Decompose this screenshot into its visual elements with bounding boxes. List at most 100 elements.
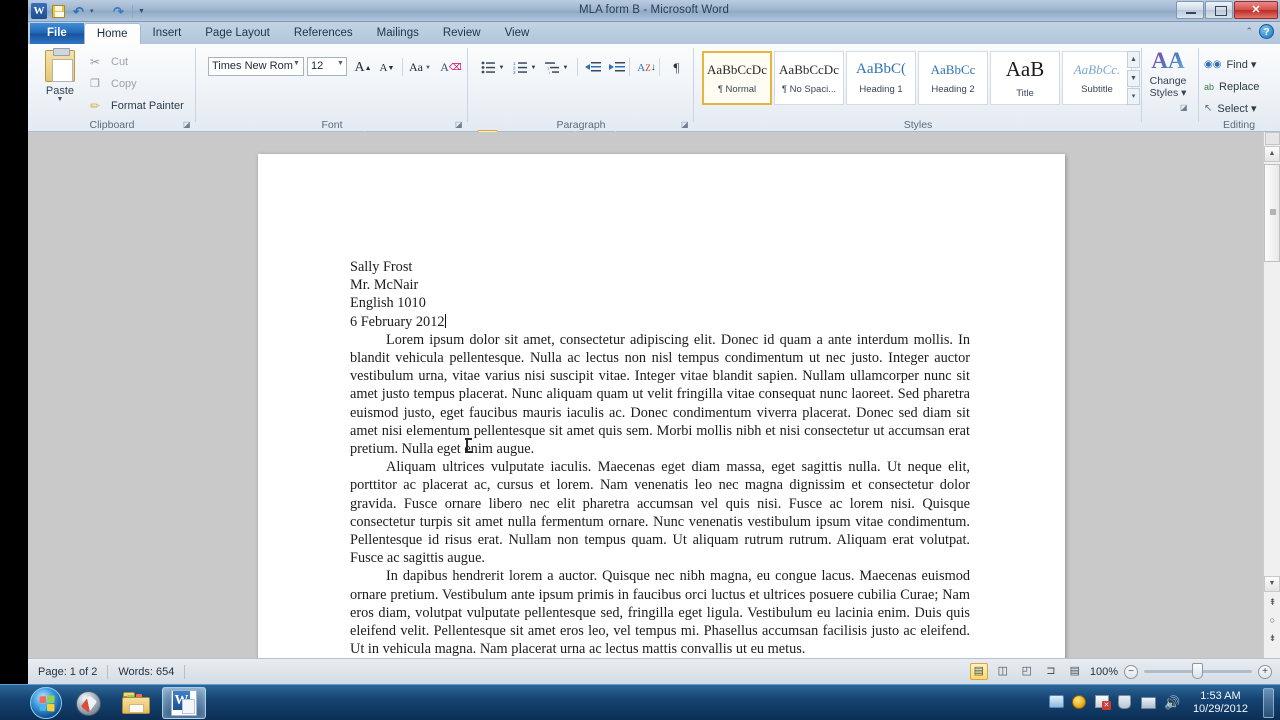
previous-page-button[interactable]: ⇞ (1265, 594, 1280, 610)
paragraph-dialog-launcher[interactable]: ◪ (681, 120, 691, 130)
multilevel-dropdown-icon[interactable]: ▼ (560, 57, 571, 78)
word-count[interactable]: Words: 654 (108, 666, 184, 678)
scroll-up-button[interactable]: ▲ (1264, 146, 1280, 162)
mouse-ibeam-pointer (466, 438, 468, 453)
tab-file[interactable]: File (30, 23, 84, 44)
show-formatting-marks-button[interactable]: ¶ (666, 57, 687, 78)
view-draft[interactable]: ▤ (1066, 663, 1084, 680)
next-page-button[interactable]: ⇟ (1265, 630, 1280, 646)
increase-indent-button[interactable] (606, 57, 627, 78)
messenger-icon[interactable] (1049, 695, 1065, 711)
bullets-dropdown-icon[interactable]: ▼ (496, 57, 507, 78)
sort-button[interactable]: AZ↓ (636, 57, 657, 78)
document-text[interactable]: Sally Frost Mr. McNair English 1010 6 Fe… (350, 258, 970, 658)
network-icon[interactable] (1141, 695, 1157, 711)
style-subtitle[interactable]: AaBbCc. Subtitle (1062, 51, 1132, 105)
style-no-spacing[interactable]: AaBbCcDc ¶ No Spaci... (774, 51, 844, 105)
zoom-level[interactable]: 100% (1090, 666, 1118, 678)
taskbar-internet-browser[interactable] (66, 687, 110, 719)
document-canvas[interactable]: Sally Frost Mr. McNair English 1010 6 Fe… (28, 132, 1280, 658)
style-title[interactable]: AaB Title (990, 51, 1060, 105)
style-label: ¶ No Spaci... (782, 84, 836, 95)
date-text: 6 February 2012 (350, 314, 445, 330)
window-title: MLA form B - Microsoft Word (28, 0, 1280, 22)
shield-icon[interactable] (1118, 695, 1134, 711)
view-full-screen-reading[interactable]: ◫ (994, 663, 1012, 680)
start-button[interactable] (30, 687, 62, 719)
close-button[interactable] (1234, 1, 1278, 19)
find-button[interactable]: ◉◉ Find ▾ (1204, 54, 1256, 75)
style-heading-1[interactable]: AaBbC( Heading 1 (846, 51, 916, 105)
tab-review[interactable]: Review (431, 23, 493, 44)
shrink-font-button[interactable]: A▼ (376, 57, 398, 78)
style-heading-2[interactable]: AaBbCc Heading 2 (918, 51, 988, 105)
zoom-out-button[interactable]: − (1124, 665, 1138, 679)
scroll-down-button[interactable]: ▼ (1264, 576, 1280, 592)
zoom-slider-thumb[interactable] (1192, 663, 1203, 679)
windows-logo-icon (40, 695, 55, 711)
clear-formatting-button[interactable]: A⌫ (440, 57, 462, 78)
word-icon (171, 690, 197, 716)
decrease-indent-button[interactable] (582, 57, 603, 78)
clipboard-dialog-launcher[interactable]: ◪ (183, 120, 193, 130)
page-indicator[interactable]: Page: 1 of 2 (28, 666, 107, 678)
tab-references[interactable]: References (282, 23, 365, 44)
text-cursor (445, 314, 446, 328)
taskbar-windows-explorer[interactable] (114, 687, 158, 719)
split-window-button[interactable] (1265, 132, 1280, 145)
flag-error-icon[interactable] (1095, 695, 1111, 711)
style-normal[interactable]: AaBbCcDc ¶ Normal (702, 51, 772, 105)
font-name-input[interactable]: Times New Rom (208, 57, 304, 76)
styles-more-icon[interactable]: ▾ (1127, 88, 1140, 105)
select-label: Select ▾ (1217, 102, 1256, 115)
browser-icon (76, 691, 101, 716)
taskbar-clock[interactable]: 1:53 AM 10/29/2012 (1187, 690, 1254, 716)
tab-view[interactable]: View (493, 23, 542, 44)
paragraph-divider (577, 58, 578, 76)
taskbar-microsoft-word[interactable] (162, 687, 206, 719)
svg-text:3: 3 (513, 70, 516, 74)
zoom-in-button[interactable]: + (1258, 665, 1272, 679)
numbering-dropdown-icon[interactable]: ▼ (528, 57, 539, 78)
paste-dropdown-icon[interactable]: ▼ (57, 97, 64, 103)
view-outline[interactable]: ⊐ (1042, 663, 1060, 680)
show-desktop-button[interactable] (1263, 688, 1274, 718)
styles-dialog-launcher[interactable]: ◪ (1180, 103, 1190, 113)
scrollbar-thumb[interactable] (1264, 164, 1280, 262)
header-line-name: Sally Frost (350, 258, 970, 276)
view-print-layout[interactable]: ▤ (970, 663, 988, 680)
document-page[interactable]: Sally Frost Mr. McNair English 1010 6 Fe… (258, 154, 1065, 658)
styles-scroll-down-icon[interactable]: ▼ (1127, 70, 1140, 87)
cut-button[interactable]: ✂ Cut (90, 52, 128, 71)
clock-date: 10/29/2012 (1193, 703, 1248, 716)
disc-icon[interactable] (1072, 695, 1088, 711)
restore-button[interactable] (1205, 1, 1233, 19)
tab-insert[interactable]: Insert (141, 23, 194, 44)
grow-font-button[interactable]: A▲ (352, 57, 374, 78)
tab-mailings[interactable]: Mailings (365, 23, 431, 44)
select-button[interactable]: ↖ Select ▾ (1204, 98, 1257, 119)
style-preview: AaBbCcDc (777, 62, 841, 78)
format-painter-button[interactable]: ✏ Format Painter (90, 96, 184, 115)
zoom-slider[interactable] (1144, 670, 1252, 673)
group-label-clipboard: Clipboard (28, 119, 196, 131)
group-clipboard: Paste ▼ ✂ Cut ❐ Copy ✏ Format Painter Cl… (28, 44, 196, 132)
body-paragraph-3: In dapibus hendrerit lorem a auctor. Qui… (350, 567, 970, 658)
vertical-scrollbar[interactable]: ▲ ▼ ⇞ ○ ⇟ (1263, 132, 1280, 658)
volume-icon[interactable]: 🔊 (1164, 695, 1180, 711)
header-line-instructor: Mr. McNair (350, 276, 970, 294)
minimize-button[interactable] (1176, 1, 1204, 19)
ribbon-tabs: File Home Insert Page Layout References … (30, 22, 541, 44)
replace-button[interactable]: ab Replace (1204, 76, 1259, 97)
select-browse-object-button[interactable]: ○ (1265, 612, 1280, 628)
tab-page-layout[interactable]: Page Layout (193, 23, 282, 44)
styles-scroll-up-icon[interactable]: ▲ (1127, 51, 1140, 68)
tab-home[interactable]: Home (84, 23, 141, 44)
copy-button[interactable]: ❐ Copy (90, 74, 137, 93)
style-label: Subtitle (1081, 84, 1113, 95)
paste-button[interactable]: Paste ▼ (38, 48, 82, 112)
collapse-ribbon-icon[interactable]: ⌃ (1245, 26, 1253, 37)
help-icon[interactable]: ? (1259, 24, 1274, 39)
change-case-button[interactable]: Aa▼ (406, 57, 434, 78)
view-web-layout[interactable]: ◰ (1018, 663, 1036, 680)
